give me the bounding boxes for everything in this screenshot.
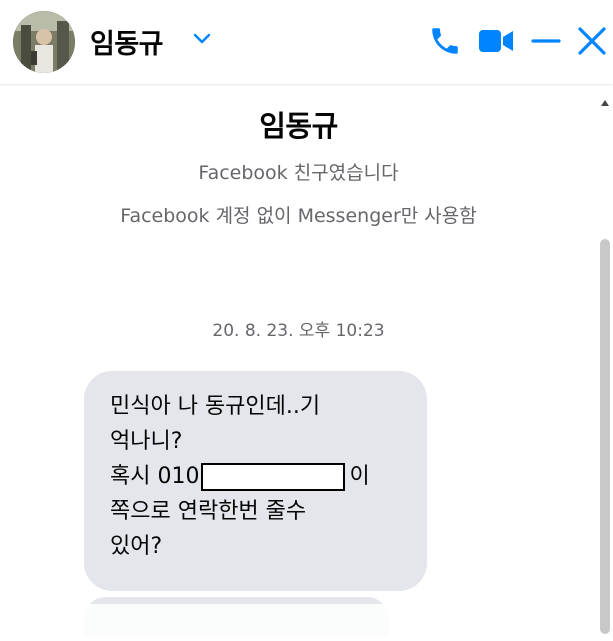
minimize-icon	[531, 39, 561, 43]
message-timestamp: 20. 8. 23. 오후 10:23	[212, 321, 385, 341]
phone-icon	[432, 28, 458, 54]
message-line: 혹시 010 이	[110, 459, 410, 494]
bottom-overlay	[0, 604, 597, 641]
message-line: 억나니?	[110, 429, 183, 454]
video-call-button[interactable]	[477, 26, 515, 56]
message-line: 쪽으로 연락한번 줄수	[110, 499, 307, 524]
video-camera-icon	[479, 30, 513, 52]
chat-header: 임동규	[0, 0, 613, 84]
message-line: 민식아 나 동규인데..기	[110, 394, 321, 419]
account-note-text: Facebook 계정 없이 Messenger만 사용함	[120, 205, 477, 227]
close-icon	[578, 27, 606, 55]
minimize-button[interactable]	[530, 26, 562, 56]
contact-name-header[interactable]: 임동규	[90, 22, 164, 61]
message-fragment: 이	[349, 464, 370, 489]
friend-status-text: Facebook 친구였습니다	[198, 162, 399, 184]
message-text: 민식아 나 동규인데..기 억나니? 혹시 010 이 쪽으로 연락한번 줄수 있…	[110, 389, 410, 564]
scrollbar-thumb[interactable]	[600, 239, 610, 634]
contact-avatar[interactable]	[13, 11, 75, 73]
avatar-photo	[13, 11, 75, 73]
message-line: 있어?	[110, 534, 163, 559]
voice-call-button[interactable]	[428, 24, 462, 58]
profile-name: 임동규	[259, 109, 338, 143]
chevron-down-icon[interactable]	[193, 33, 211, 45]
redaction-box	[201, 463, 346, 491]
message-fragment: 혹시 010	[110, 464, 200, 489]
close-button[interactable]	[576, 26, 608, 56]
conversation-scrollbar[interactable]	[597, 84, 613, 641]
message-bubble[interactable]: 민식아 나 동규인데..기 억나니? 혹시 010 이 쪽으로 연락한번 줄수 있…	[84, 371, 427, 591]
scroll-up-arrow-icon[interactable]	[601, 100, 609, 106]
